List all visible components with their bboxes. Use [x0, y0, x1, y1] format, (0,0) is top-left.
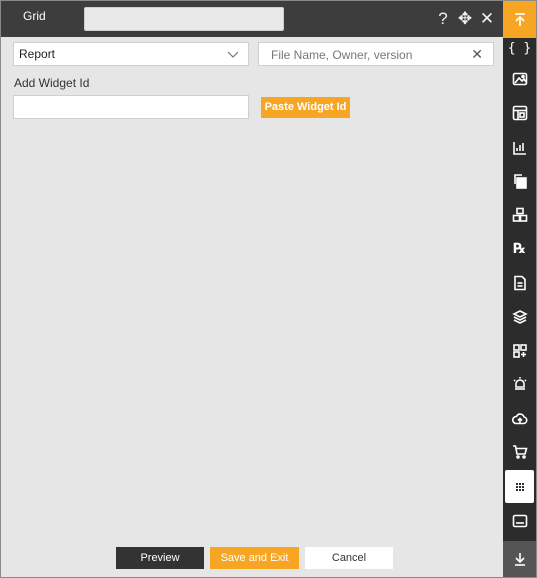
report-type-value: Report	[19, 47, 56, 61]
arrow-down-to-line-icon	[503, 544, 536, 574]
add-widget-id-label: Add Widget Id	[14, 76, 90, 90]
close-icon[interactable]: ✕	[479, 9, 495, 29]
rx-icon[interactable]: ℞	[503, 234, 536, 264]
alarm-icon[interactable]	[503, 369, 536, 399]
document-icon[interactable]	[503, 268, 536, 298]
grid-dots-icon	[503, 472, 536, 502]
move-icon[interactable]: ✥	[457, 9, 473, 29]
cubes-icon[interactable]	[503, 200, 536, 230]
grid-button-active[interactable]	[505, 470, 534, 503]
save-and-exit-button[interactable]: Save and Exit	[210, 547, 299, 569]
cancel-button[interactable]: Cancel	[305, 547, 393, 569]
copy-icon[interactable]	[503, 166, 536, 196]
grid-dialog: Grid ? ✥ ✕ Report ✕ Add Widget Id Paste …	[0, 0, 537, 578]
preview-button[interactable]: Preview	[116, 547, 204, 569]
image-icon[interactable]	[503, 64, 536, 94]
title-bar-actions: ? ✥ ✕	[435, 9, 495, 29]
search-box: ✕	[258, 42, 494, 66]
side-toolbar: { } ℞	[503, 1, 536, 577]
arrow-up-to-line-icon	[503, 5, 536, 35]
curly-braces-icon[interactable]: { }	[503, 33, 536, 63]
search-input[interactable]	[269, 46, 468, 64]
help-icon[interactable]: ?	[435, 9, 451, 29]
cart-icon[interactable]	[503, 437, 536, 467]
report-type-select[interactable]: Report	[13, 42, 249, 66]
title-bar[interactable]: Grid ? ✥ ✕	[1, 1, 503, 37]
subtitles-icon[interactable]	[503, 506, 536, 536]
cloud-upload-icon[interactable]	[503, 404, 536, 434]
layout-icon[interactable]	[503, 98, 536, 128]
clear-search-icon[interactable]: ✕	[471, 46, 483, 63]
add-grid-icon[interactable]	[503, 336, 536, 366]
window-title: Grid	[23, 9, 46, 23]
bar-chart-icon[interactable]	[503, 133, 536, 163]
scroll-bottom-button[interactable]	[503, 541, 536, 577]
chevron-down-icon	[227, 51, 239, 58]
widget-id-input[interactable]	[13, 95, 249, 119]
layers-icon[interactable]	[503, 302, 536, 332]
title-input[interactable]	[84, 7, 284, 31]
paste-widget-id-button[interactable]: Paste Widget Id	[261, 97, 350, 118]
